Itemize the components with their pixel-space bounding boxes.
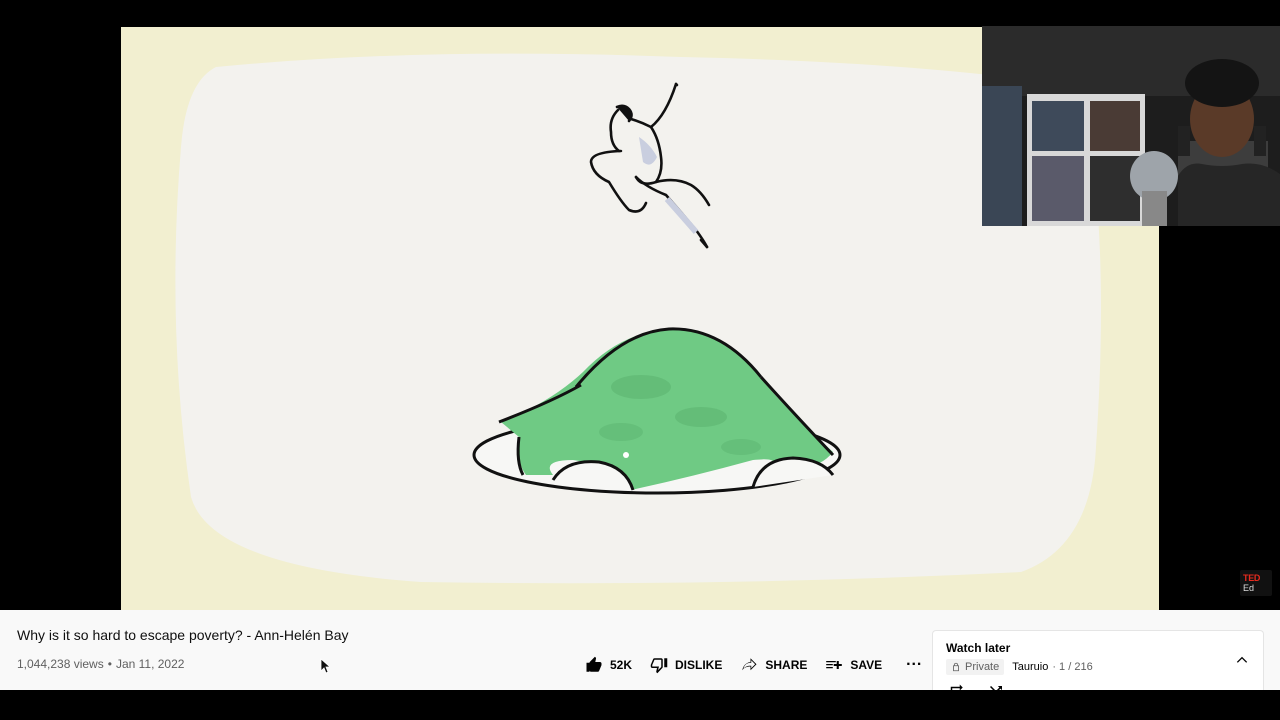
chevron-up-icon bbox=[1236, 656, 1248, 663]
webcam-scene bbox=[982, 26, 1280, 226]
video-meta: 1,044,238 views • Jan 11, 2022 bbox=[17, 657, 184, 671]
playlist-controls bbox=[947, 683, 1027, 690]
save-button[interactable]: SAVE bbox=[825, 656, 882, 674]
loop-icon bbox=[950, 684, 963, 690]
playlist-progress: · 1 / 216 bbox=[1052, 661, 1093, 673]
view-count: 1,044,238 views bbox=[17, 657, 104, 671]
playlist-add-icon bbox=[826, 660, 843, 670]
shuffle-playlist-button[interactable] bbox=[987, 683, 1005, 690]
bottom-letterbox bbox=[0, 690, 1280, 720]
meta-separator: • bbox=[107, 657, 112, 671]
webcam-overlay bbox=[982, 26, 1280, 226]
watermark-line1: TED bbox=[1243, 573, 1261, 583]
share-label: SHARE bbox=[765, 658, 808, 672]
upload-date: Jan 11, 2022 bbox=[115, 657, 185, 671]
playlist-collapse-button[interactable] bbox=[1233, 651, 1251, 669]
playlist-panel: Watch later Private Tauruio · 1 / 216 bbox=[932, 630, 1264, 690]
ted-ed-watermark: TED Ed bbox=[1240, 570, 1272, 596]
dislike-label: DISLIKE bbox=[675, 658, 723, 672]
thumb-up-icon bbox=[586, 656, 602, 672]
save-label: SAVE bbox=[850, 658, 883, 672]
shuffle-icon bbox=[990, 686, 1002, 690]
share-arrow-icon bbox=[742, 658, 757, 671]
more-actions-label: ··· bbox=[906, 656, 923, 673]
playlist-owner[interactable]: Tauruio bbox=[1012, 661, 1048, 673]
more-actions-button[interactable]: ··· bbox=[902, 653, 926, 677]
video-info-panel: Why is it so hard to escape poverty? - A… bbox=[0, 610, 1280, 690]
dislike-button[interactable]: DISLIKE bbox=[650, 656, 722, 674]
privacy-badge: Private bbox=[946, 659, 1005, 675]
like-count: 52K bbox=[610, 658, 633, 672]
action-bar: 52K DISLIKE SHARE SAVE ··· bbox=[585, 653, 926, 677]
loop-playlist-button[interactable] bbox=[947, 683, 965, 690]
share-button[interactable]: SHARE bbox=[740, 656, 807, 674]
thumb-down-icon bbox=[650, 658, 668, 674]
like-button[interactable]: 52K bbox=[585, 656, 632, 674]
video-title: Why is it so hard to escape poverty? - A… bbox=[17, 627, 349, 643]
playlist-meta: Private Tauruio · 1 / 216 bbox=[946, 659, 1093, 675]
watermark-line2: Ed bbox=[1243, 583, 1255, 593]
video-player[interactable]: TED Ed bbox=[0, 0, 1280, 610]
playlist-title[interactable]: Watch later bbox=[946, 641, 1010, 655]
privacy-label: Private bbox=[965, 661, 1000, 673]
lock-icon bbox=[953, 662, 959, 672]
mouse-cursor-icon bbox=[320, 658, 330, 674]
